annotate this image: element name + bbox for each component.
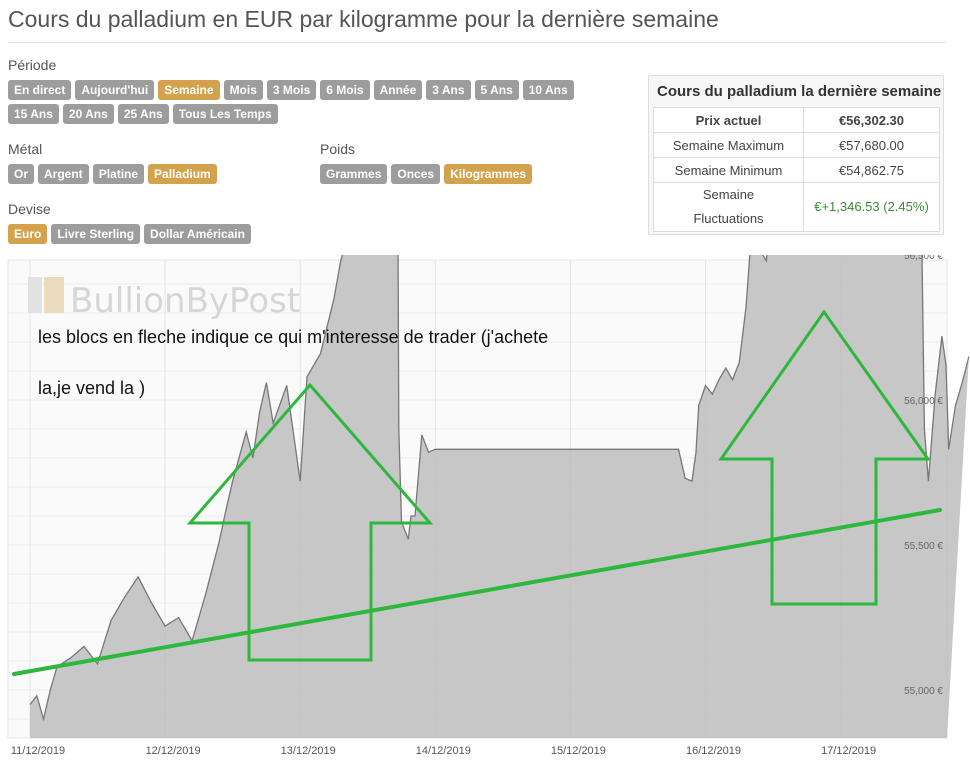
stats-row-week-min: Semaine Minimum €54,862.75	[653, 157, 940, 183]
x-tick-label: 13/12/2019	[281, 745, 336, 757]
weight-button-grammes[interactable]: Grammes	[320, 164, 388, 184]
stats-value: €54,862.75	[803, 157, 940, 183]
metal-button-group: Or Argent Platine Palladium	[8, 164, 217, 184]
stats-label: Semaine Minimum	[653, 157, 804, 183]
period-button-semaine[interactable]: Semaine	[158, 80, 220, 100]
stats-label-line: Semaine	[702, 187, 755, 202]
y-tick-label: 56,500 €	[904, 255, 943, 262]
logo-bar-icon	[28, 277, 42, 313]
logo-bar-icon	[44, 277, 64, 313]
period-button-25-ans[interactable]: 25 Ans	[117, 104, 169, 124]
metal-button-argent[interactable]: Argent	[38, 164, 89, 184]
y-tick-label: 55,500 €	[904, 541, 943, 552]
stats-title: Cours du palladium la dernière semaine	[657, 83, 942, 100]
period-button-15-ans[interactable]: 15 Ans	[8, 104, 59, 124]
stats-label-line: Fluctuations	[693, 211, 764, 226]
weight-label: Poids	[320, 141, 356, 157]
stats-row-week-max: Semaine Maximum €57,680.00	[653, 132, 940, 158]
period-button-aujourd-hui[interactable]: Aujourd'hui	[75, 80, 155, 100]
stats-row-current-price: Prix actuel €56,302.30	[653, 107, 940, 133]
stats-value: €56,302.30	[803, 107, 940, 133]
y-tick-label: 56,000 €	[904, 396, 943, 407]
page-title: Cours du palladium en EUR par kilogramme…	[8, 6, 719, 32]
weight-button-kilogrammes[interactable]: Kilogrammes	[444, 164, 533, 184]
metal-button-or[interactable]: Or	[8, 164, 35, 184]
x-tick-label: 16/12/2019	[686, 745, 741, 757]
metal-label: Métal	[8, 141, 43, 157]
x-tick-label: 17/12/2019	[821, 745, 876, 757]
metal-button-palladium[interactable]: Palladium	[148, 164, 217, 184]
stats-label: Prix actuel	[653, 107, 804, 133]
period-button-3-mois[interactable]: 3 Mois	[266, 80, 317, 100]
currency-button-group: Euro Livre Sterling Dollar Américain	[8, 224, 251, 244]
weight-button-onces[interactable]: Onces	[391, 164, 441, 184]
annotation-text-line-2: la,je vend la )	[38, 378, 146, 398]
stats-row-fluctuation: Semaine Fluctuations €+1,346.53 (2.45%)	[653, 182, 940, 232]
weight-button-group: Grammes Onces Kilogrammes	[320, 164, 533, 184]
stats-value: €57,680.00	[803, 132, 940, 158]
stats-value-positive: €+1,346.53 (2.45%)	[803, 182, 940, 232]
currency-label: Devise	[8, 201, 51, 217]
period-button-3-ans[interactable]: 3 Ans	[426, 80, 471, 100]
currency-button-euro[interactable]: Euro	[8, 224, 48, 244]
x-tick-label: 11/12/2019	[11, 745, 65, 757]
stats-label: Semaine Maximum	[653, 132, 804, 158]
period-button-mois[interactable]: Mois	[223, 80, 263, 100]
currency-button-dollar-americain[interactable]: Dollar Américain	[144, 224, 251, 244]
period-button-5-ans[interactable]: 5 Ans	[474, 80, 519, 100]
period-button-group-2: 15 Ans 20 Ans 25 Ans Tous Les Temps	[8, 104, 278, 124]
period-button-10-ans[interactable]: 10 Ans	[522, 80, 574, 100]
x-tick-label: 14/12/2019	[416, 745, 471, 757]
watermark-text: BullionByPost	[70, 281, 300, 321]
period-button-20-ans[interactable]: 20 Ans	[62, 104, 114, 124]
period-button-group: En direct Aujourd'hui Semaine Mois 3 Mois 6 M…	[8, 80, 574, 100]
weekly-stats-panel: Cours du palladium la dernière semaine P…	[648, 75, 944, 235]
annotation-text-line-1: les blocs en fleche indique ce qui m'int…	[38, 327, 549, 347]
title-divider	[8, 42, 946, 43]
y-tick-label: 55,000 €	[904, 686, 943, 697]
period-button-en-direct[interactable]: En direct	[8, 80, 72, 100]
stats-label: Semaine Fluctuations	[653, 182, 804, 232]
period-label: Période	[8, 57, 57, 73]
stats-table: Prix actuel €56,302.30 Semaine Maximum €…	[653, 107, 940, 232]
period-button-6-mois[interactable]: 6 Mois	[320, 80, 370, 100]
period-button-annee[interactable]: Année	[373, 80, 423, 100]
metal-button-platine[interactable]: Platine	[92, 164, 145, 184]
x-tick-label: 12/12/2019	[146, 745, 201, 757]
currency-button-livre-sterling[interactable]: Livre Sterling	[51, 224, 141, 244]
x-tick-label: 15/12/2019	[551, 745, 606, 757]
period-button-tous-les-temps[interactable]: Tous Les Temps	[172, 104, 278, 124]
